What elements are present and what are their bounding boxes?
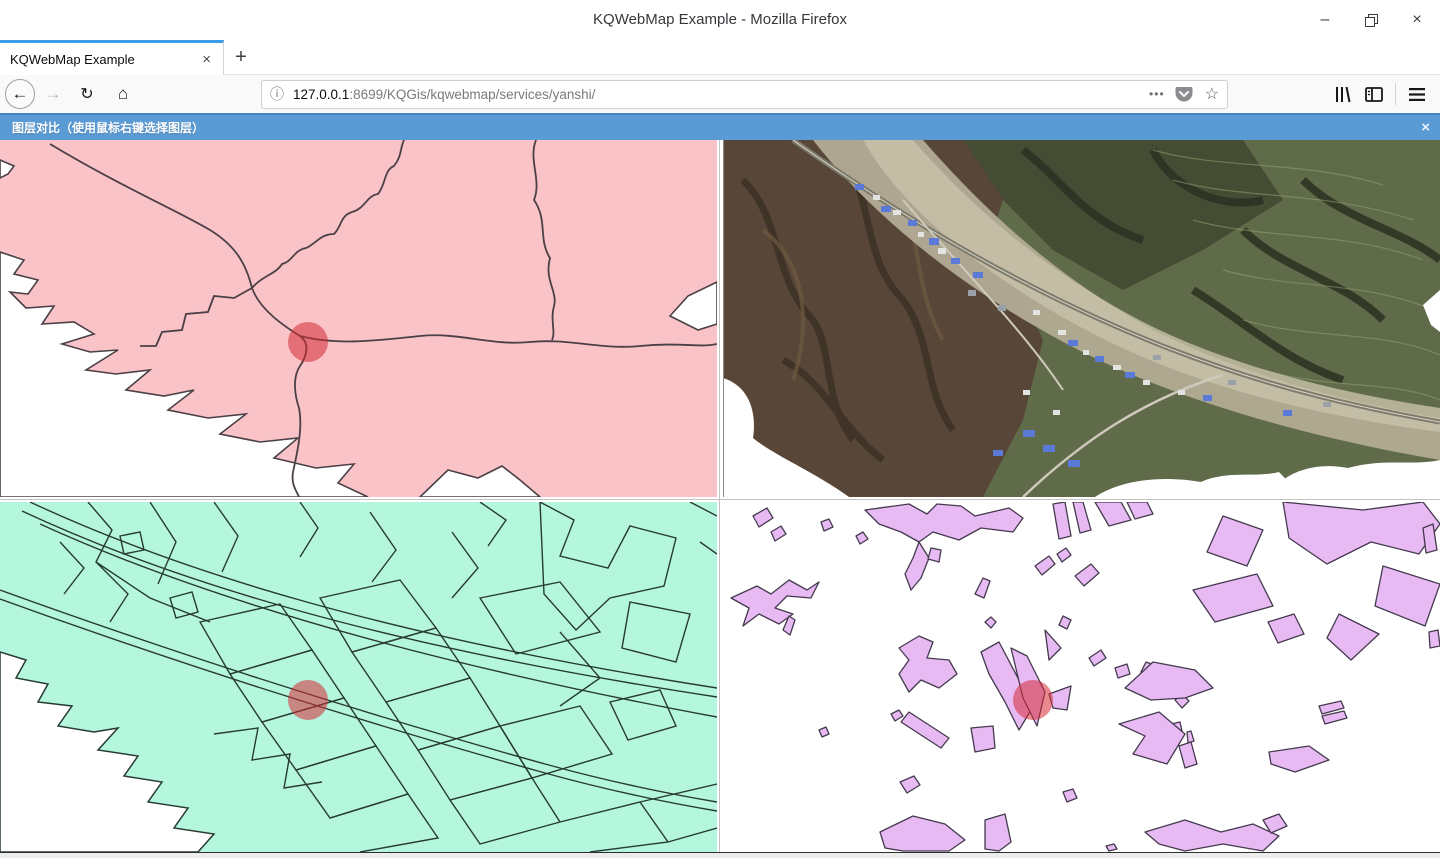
layer-compare-banner: 图层对比（使用鼠标右键选择图层） × [0,113,1440,140]
tab-close-icon[interactable]: × [198,51,215,68]
url-path: :8699/KQGis/kqwebmap/services/yanshi/ [349,87,595,102]
window-restore-button[interactable] [1348,0,1394,40]
map-marker [1013,680,1053,720]
bottom-edge-strip [0,852,1440,858]
restore-icon [1365,14,1378,27]
tab-strip: KQWebMap Example × + [0,40,1440,75]
banner-close-icon[interactable]: × [1421,115,1430,140]
sidebar-toggle-icon[interactable] [1359,79,1389,109]
window-controls: – × [1302,0,1440,40]
reload-button[interactable]: ↻ [73,80,101,108]
site-info-icon[interactable]: ⓘ [270,84,284,104]
toolbar-separator [1395,83,1396,105]
window-titlebar: KQWebMap Example - Mozilla Firefox [0,0,1440,40]
map-pane-scattered-parcels[interactable] [723,502,1440,852]
new-tab-button[interactable]: + [224,40,258,75]
map-pane-district-boundaries[interactable] [0,140,717,497]
pocket-icon[interactable] [1175,86,1195,102]
pane-divider-horizontal[interactable] [0,499,1440,500]
map-pane-land-parcels[interactable] [0,502,717,852]
window-minimize-button[interactable]: – [1302,0,1348,40]
menu-hamburger-icon[interactable] [1402,79,1432,109]
page-actions-icon[interactable]: ••• [1149,87,1165,101]
bookmark-star-icon[interactable]: ☆ [1205,84,1219,104]
window-close-button[interactable]: × [1394,0,1440,40]
url-bar[interactable]: ⓘ 127.0.0.1:8699/KQGis/kqwebmap/services… [261,80,1228,109]
window-title: KQWebMap Example - Mozilla Firefox [0,0,1440,40]
map-pane-satellite[interactable] [723,140,1440,497]
map-marker [288,680,328,720]
home-button[interactable]: ⌂ [109,80,137,108]
forward-button[interactable]: → [39,80,67,108]
url-host: 127.0.0.1 [293,87,349,102]
tab-title: KQWebMap Example [10,52,198,67]
banner-title: 图层对比（使用鼠标右键选择图层） [0,119,204,136]
satellite-canvas [723,140,1440,497]
url-text[interactable]: 127.0.0.1:8699/KQGis/kqwebmap/services/y… [293,87,1139,102]
library-icon[interactable] [1329,79,1359,109]
active-tab[interactable]: KQWebMap Example × [0,40,224,75]
parcel-map-canvas [0,502,717,852]
back-button[interactable]: ← [5,79,35,109]
scatter-map-canvas [723,502,1440,852]
pane-divider-vertical[interactable] [719,140,720,852]
navigation-toolbar: ← → ↻ ⌂ ⓘ 127.0.0.1:8699/KQGis/kqwebmap/… [0,75,1440,113]
map-compare-grid [0,140,1440,852]
district-map-canvas [0,140,717,497]
map-marker [288,322,328,362]
